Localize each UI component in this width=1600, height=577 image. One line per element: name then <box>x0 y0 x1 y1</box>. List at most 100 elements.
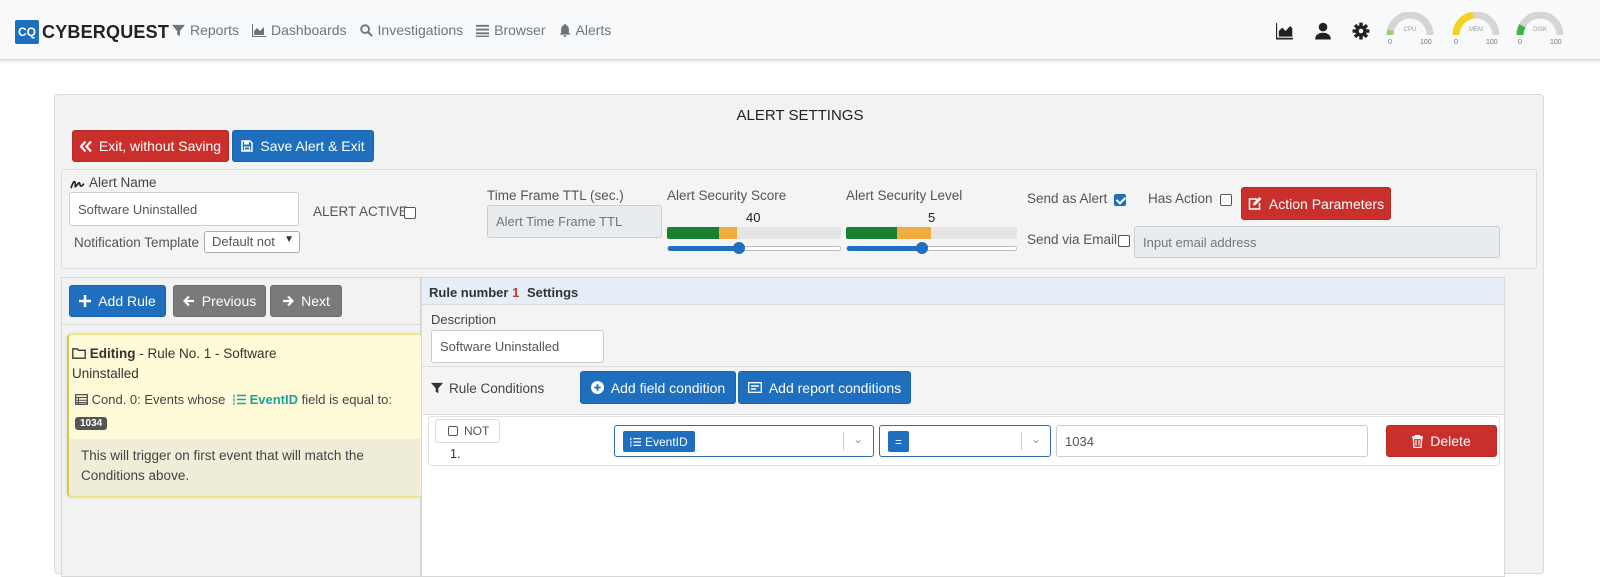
cpu-gauge-max: 100 <box>1420 39 1432 46</box>
rules-list-column: Add Rule Previous Next Editing - Rule No… <box>61 277 423 577</box>
score-meter-orange <box>719 227 737 239</box>
list-icon <box>476 24 490 37</box>
rule-card-value-wrap: 1034 <box>75 413 108 430</box>
nav-alerts-label: Alerts <box>575 22 612 38</box>
send-as-alert-label: Send as Alert <box>1027 191 1108 206</box>
nav-alerts[interactable]: Alerts <box>558 22 612 38</box>
rule-card-title: Editing - Rule No. 1 - Software Uninstal… <box>72 344 412 384</box>
nav-browser-label: Browser <box>494 22 546 38</box>
add-field-condition-label: Add field condition <box>610 379 726 396</box>
has-action-checkbox[interactable] <box>1220 194 1232 206</box>
send-as-alert-checkbox[interactable] <box>1114 194 1126 206</box>
description-input[interactable] <box>431 330 604 363</box>
notification-template-value: Default not <box>212 234 275 249</box>
chevron-down-icon: ▼ <box>284 234 294 245</box>
previous-rule-button[interactable]: Previous <box>173 285 266 317</box>
left-column-divider <box>62 324 420 325</box>
arrow-left-icon <box>182 295 194 307</box>
rule-card-editing[interactable]: Editing - Rule No. 1 - Software Uninstal… <box>67 334 423 497</box>
rule-settings-suffix: Settings <box>526 285 579 300</box>
rule-card-condition-field: EventID <box>249 392 298 407</box>
area-chart-icon[interactable] <box>1276 22 1294 40</box>
edit-icon <box>1248 197 1262 210</box>
operator-select-tag: = <box>888 431 910 452</box>
report-icon <box>747 382 762 393</box>
send-via-email-checkbox[interactable] <box>1118 235 1130 247</box>
rule-card-condition-value-badge: 1034 <box>75 417 108 430</box>
operator-select-separator <box>1021 432 1022 450</box>
action-parameters-button[interactable]: Action Parameters <box>1241 187 1391 220</box>
rule-card-editing-label: Editing <box>89 346 136 361</box>
field-select[interactable]: EventID ⌄ <box>614 425 874 457</box>
chevron-down-icon: ⌄ <box>853 432 864 446</box>
rule-card-condition-prefix: Cond. 0: Events whose <box>91 392 226 407</box>
nav-reports[interactable]: Reports <box>172 22 239 38</box>
alert-settings-panel: ALERT SETTINGS Exit, without Saving Save… <box>54 94 1544 577</box>
not-toggle[interactable]: NOT <box>435 419 500 443</box>
security-level-slider[interactable] <box>846 246 1017 251</box>
security-score-slider-thumb[interactable] <box>733 242 745 254</box>
gear-icon[interactable] <box>1352 22 1370 40</box>
next-rule-label: Next <box>301 293 330 309</box>
score-meter-green <box>667 227 720 239</box>
operator-select-value: = <box>895 434 903 449</box>
add-report-conditions-button[interactable]: Add report conditions <box>738 371 911 404</box>
rule-card-condition-suffix: field is equal to: <box>301 392 392 407</box>
add-report-conditions-label: Add report conditions <box>768 379 902 396</box>
user-icon[interactable] <box>1314 22 1332 40</box>
description-label: Description <box>431 312 497 327</box>
filter-icon <box>172 24 185 36</box>
level-slider-fill <box>847 246 923 251</box>
save-alert-exit-button[interactable]: Save Alert & Exit <box>232 130 374 162</box>
security-level-slider-thumb[interactable] <box>916 242 928 254</box>
disk-gauge: DISK 0 100 <box>1516 11 1564 50</box>
mem-gauge-min: 0 <box>1454 39 1458 46</box>
email-address-input[interactable] <box>1134 226 1500 258</box>
rule-card-trigger-note: This will trigger on first event that wi… <box>69 439 422 496</box>
alert-active-label: ALERT ACTIVE <box>313 204 408 219</box>
exit-without-saving-button[interactable]: Exit, without Saving <box>72 130 229 162</box>
mem-gauge-max: 100 <box>1486 39 1498 46</box>
previous-rule-label: Previous <box>201 293 257 309</box>
add-field-condition-button[interactable]: Add field condition <box>580 371 736 404</box>
mem-gauge: MEM 0 100 <box>1452 11 1500 50</box>
folder-icon <box>72 348 86 359</box>
brand-logo: CQ <box>15 20 39 44</box>
alert-active-checkbox[interactable] <box>404 207 416 219</box>
has-action-label: Has Action <box>1148 191 1213 206</box>
nav-investigations-label: Investigations <box>377 22 464 38</box>
rule-number-value: 1 <box>512 285 520 300</box>
condition-value-input[interactable] <box>1056 425 1368 457</box>
rule-settings-column: Rule number 1 Settings Description Rule … <box>421 277 1505 577</box>
alert-settings-box: Alert Name ALERT ACTIVE Notification Tem… <box>61 169 1537 269</box>
nav-dashboards[interactable]: Dashboards <box>252 22 347 38</box>
filter-icon <box>431 382 443 394</box>
top-navbar: CQ CYBERQUEST Reports Dashboards Investi… <box>0 0 1600 60</box>
security-score-meter <box>667 227 841 239</box>
field-select-tag: EventID <box>623 431 695 452</box>
plus-icon <box>79 295 92 307</box>
ttl-input[interactable] <box>487 205 662 238</box>
security-score-slider[interactable] <box>667 246 841 251</box>
next-rule-button[interactable]: Next <box>270 285 342 317</box>
plus-circle-icon <box>590 381 604 394</box>
chevron-down-icon: ⌄ <box>1031 432 1042 446</box>
description-section: Description <box>422 305 1504 367</box>
main-nav: Reports Dashboards Investigations Browse… <box>172 22 624 38</box>
nav-investigations[interactable]: Investigations <box>359 22 464 38</box>
add-rule-button[interactable]: Add Rule <box>69 285 166 317</box>
delete-condition-button[interactable]: Delete <box>1386 425 1497 457</box>
list-ol-icon <box>630 437 641 447</box>
nav-reports-label: Reports <box>190 22 240 38</box>
rule-settings-header: Rule number 1 Settings <box>422 278 1504 305</box>
brand[interactable]: CQ CYBERQUEST <box>15 20 169 44</box>
operator-select[interactable]: = ⌄ <box>879 425 1051 457</box>
signature-icon <box>70 180 85 189</box>
not-checkbox-icon <box>448 426 458 436</box>
disk-gauge-max: 100 <box>1550 39 1562 46</box>
alert-name-input[interactable] <box>69 192 299 226</box>
rule-card-condition: Cond. 0: Events whose EventID field is e… <box>75 392 415 407</box>
field-select-value: EventID <box>645 434 688 449</box>
nav-browser[interactable]: Browser <box>476 22 546 38</box>
notification-template-select[interactable]: Default not ▼ <box>204 231 300 253</box>
